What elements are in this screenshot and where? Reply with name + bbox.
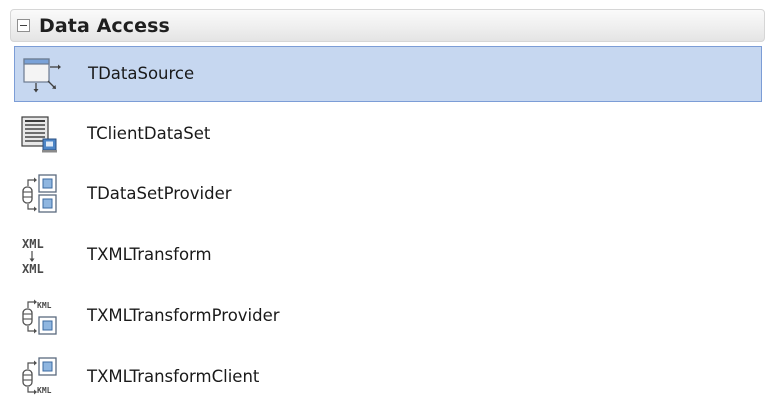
palette-item-label: TXMLTransform — [87, 245, 212, 264]
palette-item-label: TXMLTransformProvider — [87, 306, 280, 325]
svg-text:XML: XML — [22, 262, 44, 275]
datasource-icon — [23, 58, 61, 93]
xml-transform-provider-icon: KML — [22, 299, 57, 335]
palette-item-tdatasource[interactable]: TDataSource — [14, 46, 762, 102]
palette-item-txmltransformprovider[interactable]: KML TXMLTransformProvider — [14, 289, 762, 345]
svg-text:XML: XML — [22, 237, 44, 251]
collapse-icon[interactable] — [17, 19, 30, 32]
xml-transform-icon: XML XML — [22, 237, 44, 275]
svg-text:KML: KML — [37, 301, 52, 310]
dataset-provider-icon — [22, 174, 57, 213]
palette-item-label: TDataSource — [88, 64, 195, 83]
category-header-data-access[interactable]: Data Access — [10, 9, 765, 42]
palette-item-tdatasetprovider[interactable]: TDataSetProvider — [14, 167, 762, 223]
category-title: Data Access — [39, 15, 170, 37]
palette-item-txmltransform[interactable]: XML XML TXMLTransform — [14, 228, 762, 284]
palette-item-label: TDataSetProvider — [87, 184, 232, 203]
palette-item-label: TClientDataSet — [87, 124, 211, 143]
palette-item-txmltransformclient[interactable]: KML TXMLTransformClient — [14, 350, 762, 406]
svg-text:KML: KML — [37, 386, 52, 395]
tool-palette: Data Access TDataSource TClientDataSet T… — [0, 0, 773, 403]
palette-item-tclientdataset[interactable]: TClientDataSet — [14, 107, 762, 163]
xml-transform-client-icon: KML — [22, 357, 57, 395]
client-dataset-icon — [21, 116, 57, 153]
palette-item-label: TXMLTransformClient — [87, 367, 260, 386]
